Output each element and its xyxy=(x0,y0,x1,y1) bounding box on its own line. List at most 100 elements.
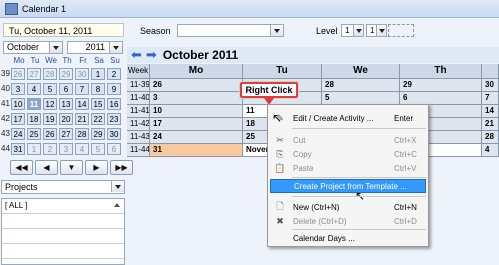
mini-day[interactable]: 2 xyxy=(43,142,57,155)
day-cell[interactable]: 6 xyxy=(400,92,482,104)
day-cell[interactable]: 28 xyxy=(322,79,400,91)
mini-day[interactable]: 12 xyxy=(43,97,57,110)
menu-item-edit-create-activity[interactable]: ✎ Edit / Create Activity ... Enter xyxy=(270,111,426,125)
mini-day[interactable]: 28 xyxy=(43,67,57,80)
mini-day[interactable]: 17 xyxy=(11,112,25,125)
mini-day[interactable]: 4 xyxy=(27,82,41,95)
menu-item-create-project-from-template[interactable]: Create Project from Template ... xyxy=(270,179,426,193)
day-cell[interactable]: 14 xyxy=(482,105,499,117)
mini-day[interactable]: 9 xyxy=(107,82,121,95)
menu-item-cut[interactable]: ✂ Cut Ctrl+X xyxy=(270,133,426,147)
mini-day[interactable]: 29 xyxy=(91,127,105,140)
list-item-empty xyxy=(2,229,124,244)
list-item[interactable]: [ ALL ] xyxy=(2,199,124,214)
mini-day[interactable]: 20 xyxy=(59,112,73,125)
mini-day[interactable]: 27 xyxy=(27,67,41,80)
mini-day[interactable]: 1 xyxy=(27,142,41,155)
chevron-down-icon[interactable] xyxy=(353,25,363,36)
mini-day[interactable]: 5 xyxy=(43,82,57,95)
right-click-callout: Right Click xyxy=(239,81,299,105)
menu-item-copy[interactable]: ⎘ Copy Ctrl+C xyxy=(270,147,426,161)
chevron-down-icon[interactable] xyxy=(376,25,386,36)
mini-day[interactable]: 7 xyxy=(75,82,89,95)
weekday-label: Su xyxy=(110,56,120,65)
previous-month-arrow-icon[interactable]: ⬅ xyxy=(131,47,142,63)
menu-item-shortcut: Ctrl+V xyxy=(394,163,417,173)
mini-day[interactable]: 4 xyxy=(75,142,89,155)
year-select[interactable]: 2011 xyxy=(67,41,123,54)
mini-day[interactable]: 15 xyxy=(91,97,105,110)
level-select-secondary[interactable]: 1 xyxy=(366,24,387,37)
chevron-down-icon[interactable] xyxy=(270,25,283,36)
mini-day[interactable]: 3 xyxy=(11,82,25,95)
day-cell[interactable]: 7 xyxy=(482,92,499,104)
mini-day[interactable]: 26 xyxy=(11,67,25,80)
mini-day-selected[interactable]: 11 xyxy=(27,97,41,110)
mini-day[interactable]: 13 xyxy=(59,97,73,110)
season-select[interactable] xyxy=(177,24,284,37)
mini-day[interactable]: 2 xyxy=(107,67,121,80)
scroll-up-icon[interactable] xyxy=(114,203,120,207)
menu-item-delete[interactable]: ✖ Delete (Ctrl+D) Ctrl+D xyxy=(270,214,426,228)
mini-day[interactable]: 28 xyxy=(75,127,89,140)
next-button[interactable]: ▶ xyxy=(85,160,108,175)
day-cell[interactable]: 26 xyxy=(150,79,243,91)
menu-item-label: Delete (Ctrl+D) xyxy=(293,216,347,226)
day-cell[interactable]: 21 xyxy=(482,118,499,130)
mini-day[interactable]: 25 xyxy=(27,127,41,140)
chevron-down-icon[interactable] xyxy=(109,42,122,53)
last-page-button[interactable]: ▶▶ xyxy=(110,160,133,175)
mini-day[interactable]: 19 xyxy=(43,112,57,125)
day-cell[interactable]: 29 xyxy=(400,79,482,91)
mini-day[interactable]: 30 xyxy=(107,127,121,140)
previous-button[interactable]: ◀ xyxy=(35,160,58,175)
mini-day[interactable]: 6 xyxy=(59,82,73,95)
menu-separator xyxy=(292,196,426,197)
day-cell[interactable]: 4 xyxy=(482,144,499,156)
mini-day[interactable]: 22 xyxy=(91,112,105,125)
mini-day[interactable]: 27 xyxy=(59,127,73,140)
projects-list[interactable]: [ ALL ] xyxy=(1,198,125,265)
first-page-button[interactable]: ◀◀ xyxy=(10,160,33,175)
calendar-header: ⬅ ➡ October 2011 xyxy=(127,47,499,63)
mini-day[interactable]: 8 xyxy=(91,82,105,95)
mini-day[interactable]: 14 xyxy=(75,97,89,110)
menu-item-paste[interactable]: 📋 Paste Ctrl+V xyxy=(270,161,426,175)
mini-day[interactable]: 31 xyxy=(11,142,25,155)
mini-day[interactable]: 6 xyxy=(107,142,121,155)
week-number: 40 xyxy=(1,84,10,93)
copy-icon: ⎘ xyxy=(276,148,284,159)
mini-day[interactable]: 24 xyxy=(11,127,25,140)
day-cell[interactable]: 5 xyxy=(322,92,400,104)
mini-day[interactable]: 23 xyxy=(107,112,121,125)
week-number: 43 xyxy=(1,129,10,138)
day-cell[interactable]: 30 xyxy=(482,79,499,91)
mouse-pointer-icon: ↖ xyxy=(272,111,283,125)
day-cell-highlighted[interactable]: 31 xyxy=(150,144,243,156)
mini-day[interactable]: 3 xyxy=(59,142,73,155)
month-select[interactable]: October xyxy=(3,41,63,54)
mini-day[interactable]: 5 xyxy=(91,142,105,155)
day-cell[interactable]: 3 xyxy=(150,92,243,104)
mini-day[interactable]: 21 xyxy=(75,112,89,125)
day-cell[interactable]: 17 xyxy=(150,118,243,130)
menu-item-calendar-days[interactable]: Calendar Days ... xyxy=(270,231,426,245)
mini-day[interactable]: 29 xyxy=(59,67,73,80)
chevron-down-icon[interactable] xyxy=(111,181,124,192)
mini-day[interactable]: 16 xyxy=(107,97,121,110)
menu-item-shortcut: Enter xyxy=(394,113,414,123)
day-cell[interactable]: 28 xyxy=(482,131,499,143)
menu-item-new[interactable]: 🗋 New (Ctrl+N) Ctrl+N xyxy=(270,200,426,214)
level-select[interactable]: 1 xyxy=(341,24,364,37)
projects-select[interactable]: Projects xyxy=(1,180,125,194)
mini-day[interactable]: 1 xyxy=(91,67,105,80)
mini-day[interactable]: 10 xyxy=(11,97,25,110)
chevron-down-icon[interactable] xyxy=(49,42,62,53)
mini-day[interactable]: 30 xyxy=(75,67,89,80)
day-cell[interactable]: 24 xyxy=(150,131,243,143)
down-button[interactable]: ▼ xyxy=(60,160,83,175)
day-cell[interactable]: 10 xyxy=(150,105,243,117)
next-month-arrow-icon[interactable]: ➡ xyxy=(146,47,157,63)
mini-day[interactable]: 26 xyxy=(43,127,57,140)
mini-day[interactable]: 18 xyxy=(27,112,41,125)
